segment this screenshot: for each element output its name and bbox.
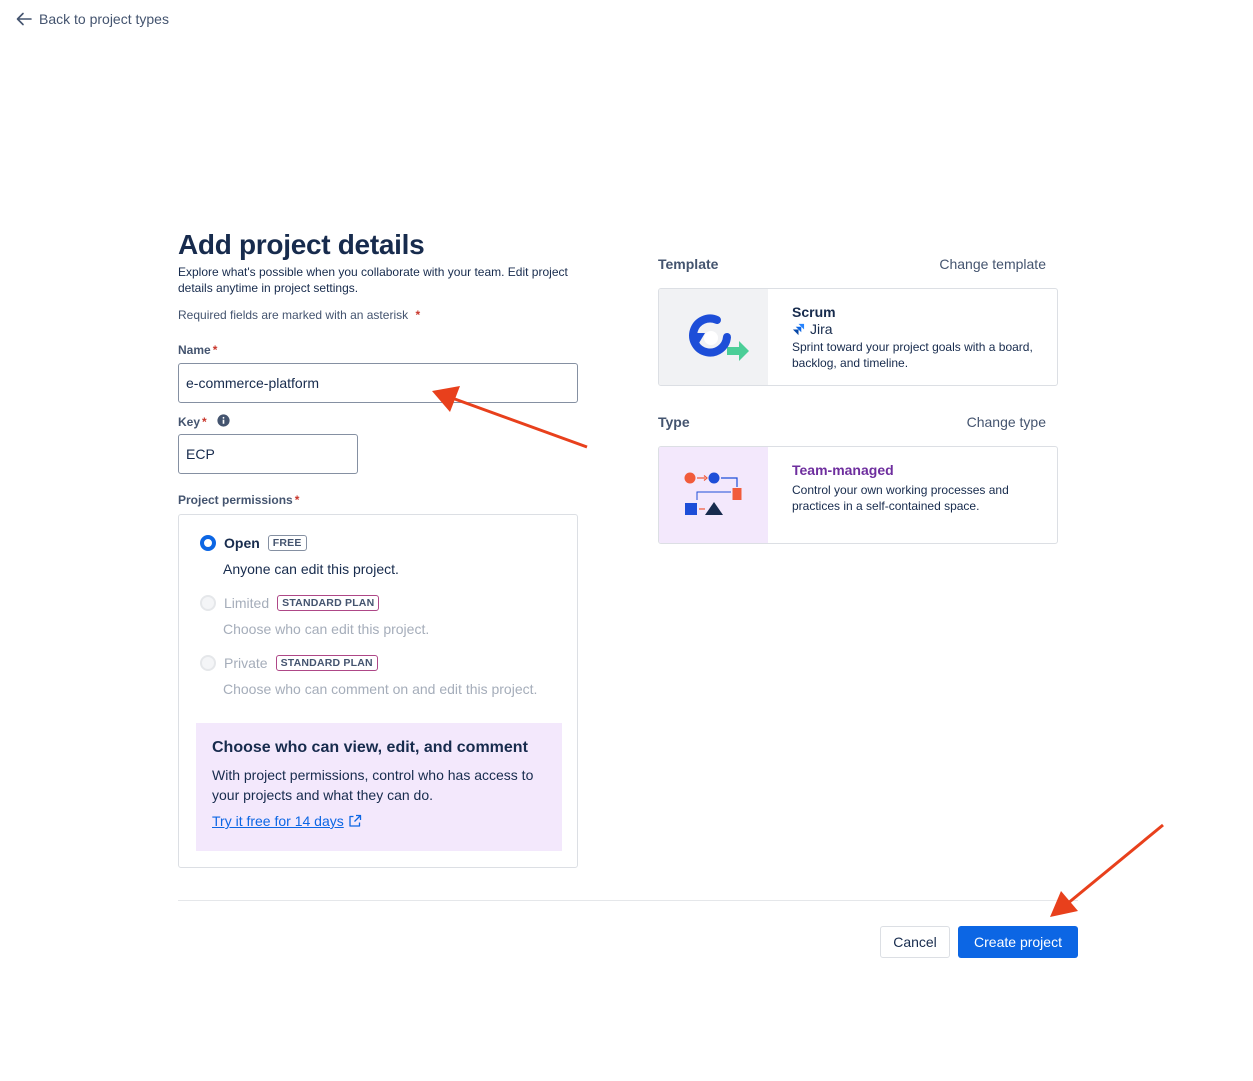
type-card: Team-managed Control your own working pr… <box>658 446 1058 544</box>
info-icon[interactable] <box>217 414 230 430</box>
cancel-button[interactable]: Cancel <box>880 926 950 958</box>
permission-option-open[interactable]: Open FREE <box>200 535 307 551</box>
key-input[interactable]: ECP <box>178 434 358 474</box>
upsell-body: With project permissions, control who ha… <box>212 767 534 803</box>
external-link-icon <box>349 814 361 827</box>
page-description: Explore what's possible when you collabo… <box>178 265 568 295</box>
required-asterisk: * <box>212 343 218 357</box>
required-asterisk: * <box>202 415 207 429</box>
name-input[interactable]: e-commerce-platform <box>178 363 578 403</box>
back-link-label: Back to project types <box>39 11 169 27</box>
free-badge: FREE <box>267 535 307 551</box>
permissions-upsell-panel: Choose who can view, edit, and comment W… <box>196 723 562 851</box>
type-name: Team-managed <box>792 462 894 478</box>
back-to-project-types-link[interactable]: Back to project types <box>16 11 169 27</box>
permission-option-label: Limited <box>224 595 270 611</box>
permission-option-description: Choose who can comment on and edit this … <box>223 681 538 697</box>
radio-disabled <box>200 655 216 671</box>
permission-option-description: Choose who can edit this project. <box>223 621 430 637</box>
permission-option-label: Private <box>224 655 268 671</box>
scrum-cycle-icon <box>688 314 749 361</box>
product-name: Jira <box>810 321 833 337</box>
template-product: Jira <box>792 321 1033 337</box>
upsell-title: Choose who can view, edit, and comment <box>212 739 528 756</box>
standard-plan-badge: STANDARD PLAN <box>277 595 380 611</box>
annotation-arrow-create-button <box>1050 823 1164 917</box>
name-field-label: Name * <box>178 343 217 357</box>
radio-selected[interactable] <box>200 535 216 551</box>
name-label-text: Name <box>178 343 211 357</box>
change-template-button[interactable]: Change template <box>939 256 1046 272</box>
template-section-header: Template Change template <box>658 252 1058 276</box>
team-managed-icon <box>684 472 741 515</box>
permission-option-private: Private STANDARD PLAN <box>200 655 378 671</box>
key-label-text: Key <box>178 415 201 429</box>
arrow-left-icon <box>16 12 32 26</box>
permissions-label-text: Project permissions <box>178 493 293 507</box>
required-asterisk: * <box>294 493 300 507</box>
key-input-value: ECP <box>186 446 215 462</box>
permission-option-label: Open <box>224 535 260 551</box>
template-description: Sprint toward your project goals with a … <box>792 340 1033 370</box>
page-title: Add project details <box>178 229 425 260</box>
change-type-button[interactable]: Change type <box>967 414 1046 430</box>
type-description: Control your own working processes and p… <box>792 483 1009 513</box>
project-summary: Template Change template Scrum Jira Spri <box>658 252 1058 544</box>
permission-option-limited: Limited STANDARD PLAN <box>200 595 380 611</box>
required-note: Required fields are marked with an aster… <box>178 308 578 322</box>
template-name: Scrum <box>792 304 836 320</box>
footer-divider <box>178 900 1078 901</box>
permissions-box: Open FREE Anyone can edit this project. … <box>178 514 578 868</box>
standard-plan-badge: STANDARD PLAN <box>275 655 378 671</box>
permission-option-description: Anyone can edit this project. <box>223 561 399 577</box>
required-asterisk: * <box>415 308 421 322</box>
type-section-header: Type Change type <box>658 410 1058 434</box>
scrum-illustration <box>659 289 768 385</box>
radio-disabled <box>200 595 216 611</box>
required-note-text: Required fields are marked with an aster… <box>178 308 409 322</box>
template-card: Scrum Jira Sprint toward your project go… <box>658 288 1058 386</box>
try-free-link-label: Try it free for 14 days <box>212 813 344 829</box>
permissions-field-label: Project permissions * <box>178 493 299 507</box>
key-field-label: Key * <box>178 414 230 430</box>
jira-logo-icon <box>792 323 805 335</box>
try-free-link[interactable]: Try it free for 14 days <box>212 813 546 829</box>
project-details-form: Add project details Explore what's possi… <box>178 228 578 868</box>
create-project-button[interactable]: Create project <box>958 926 1078 958</box>
team-managed-illustration <box>659 447 768 543</box>
template-heading: Template <box>658 256 719 272</box>
name-input-value: e-commerce-platform <box>186 375 320 391</box>
type-heading: Type <box>658 414 690 430</box>
